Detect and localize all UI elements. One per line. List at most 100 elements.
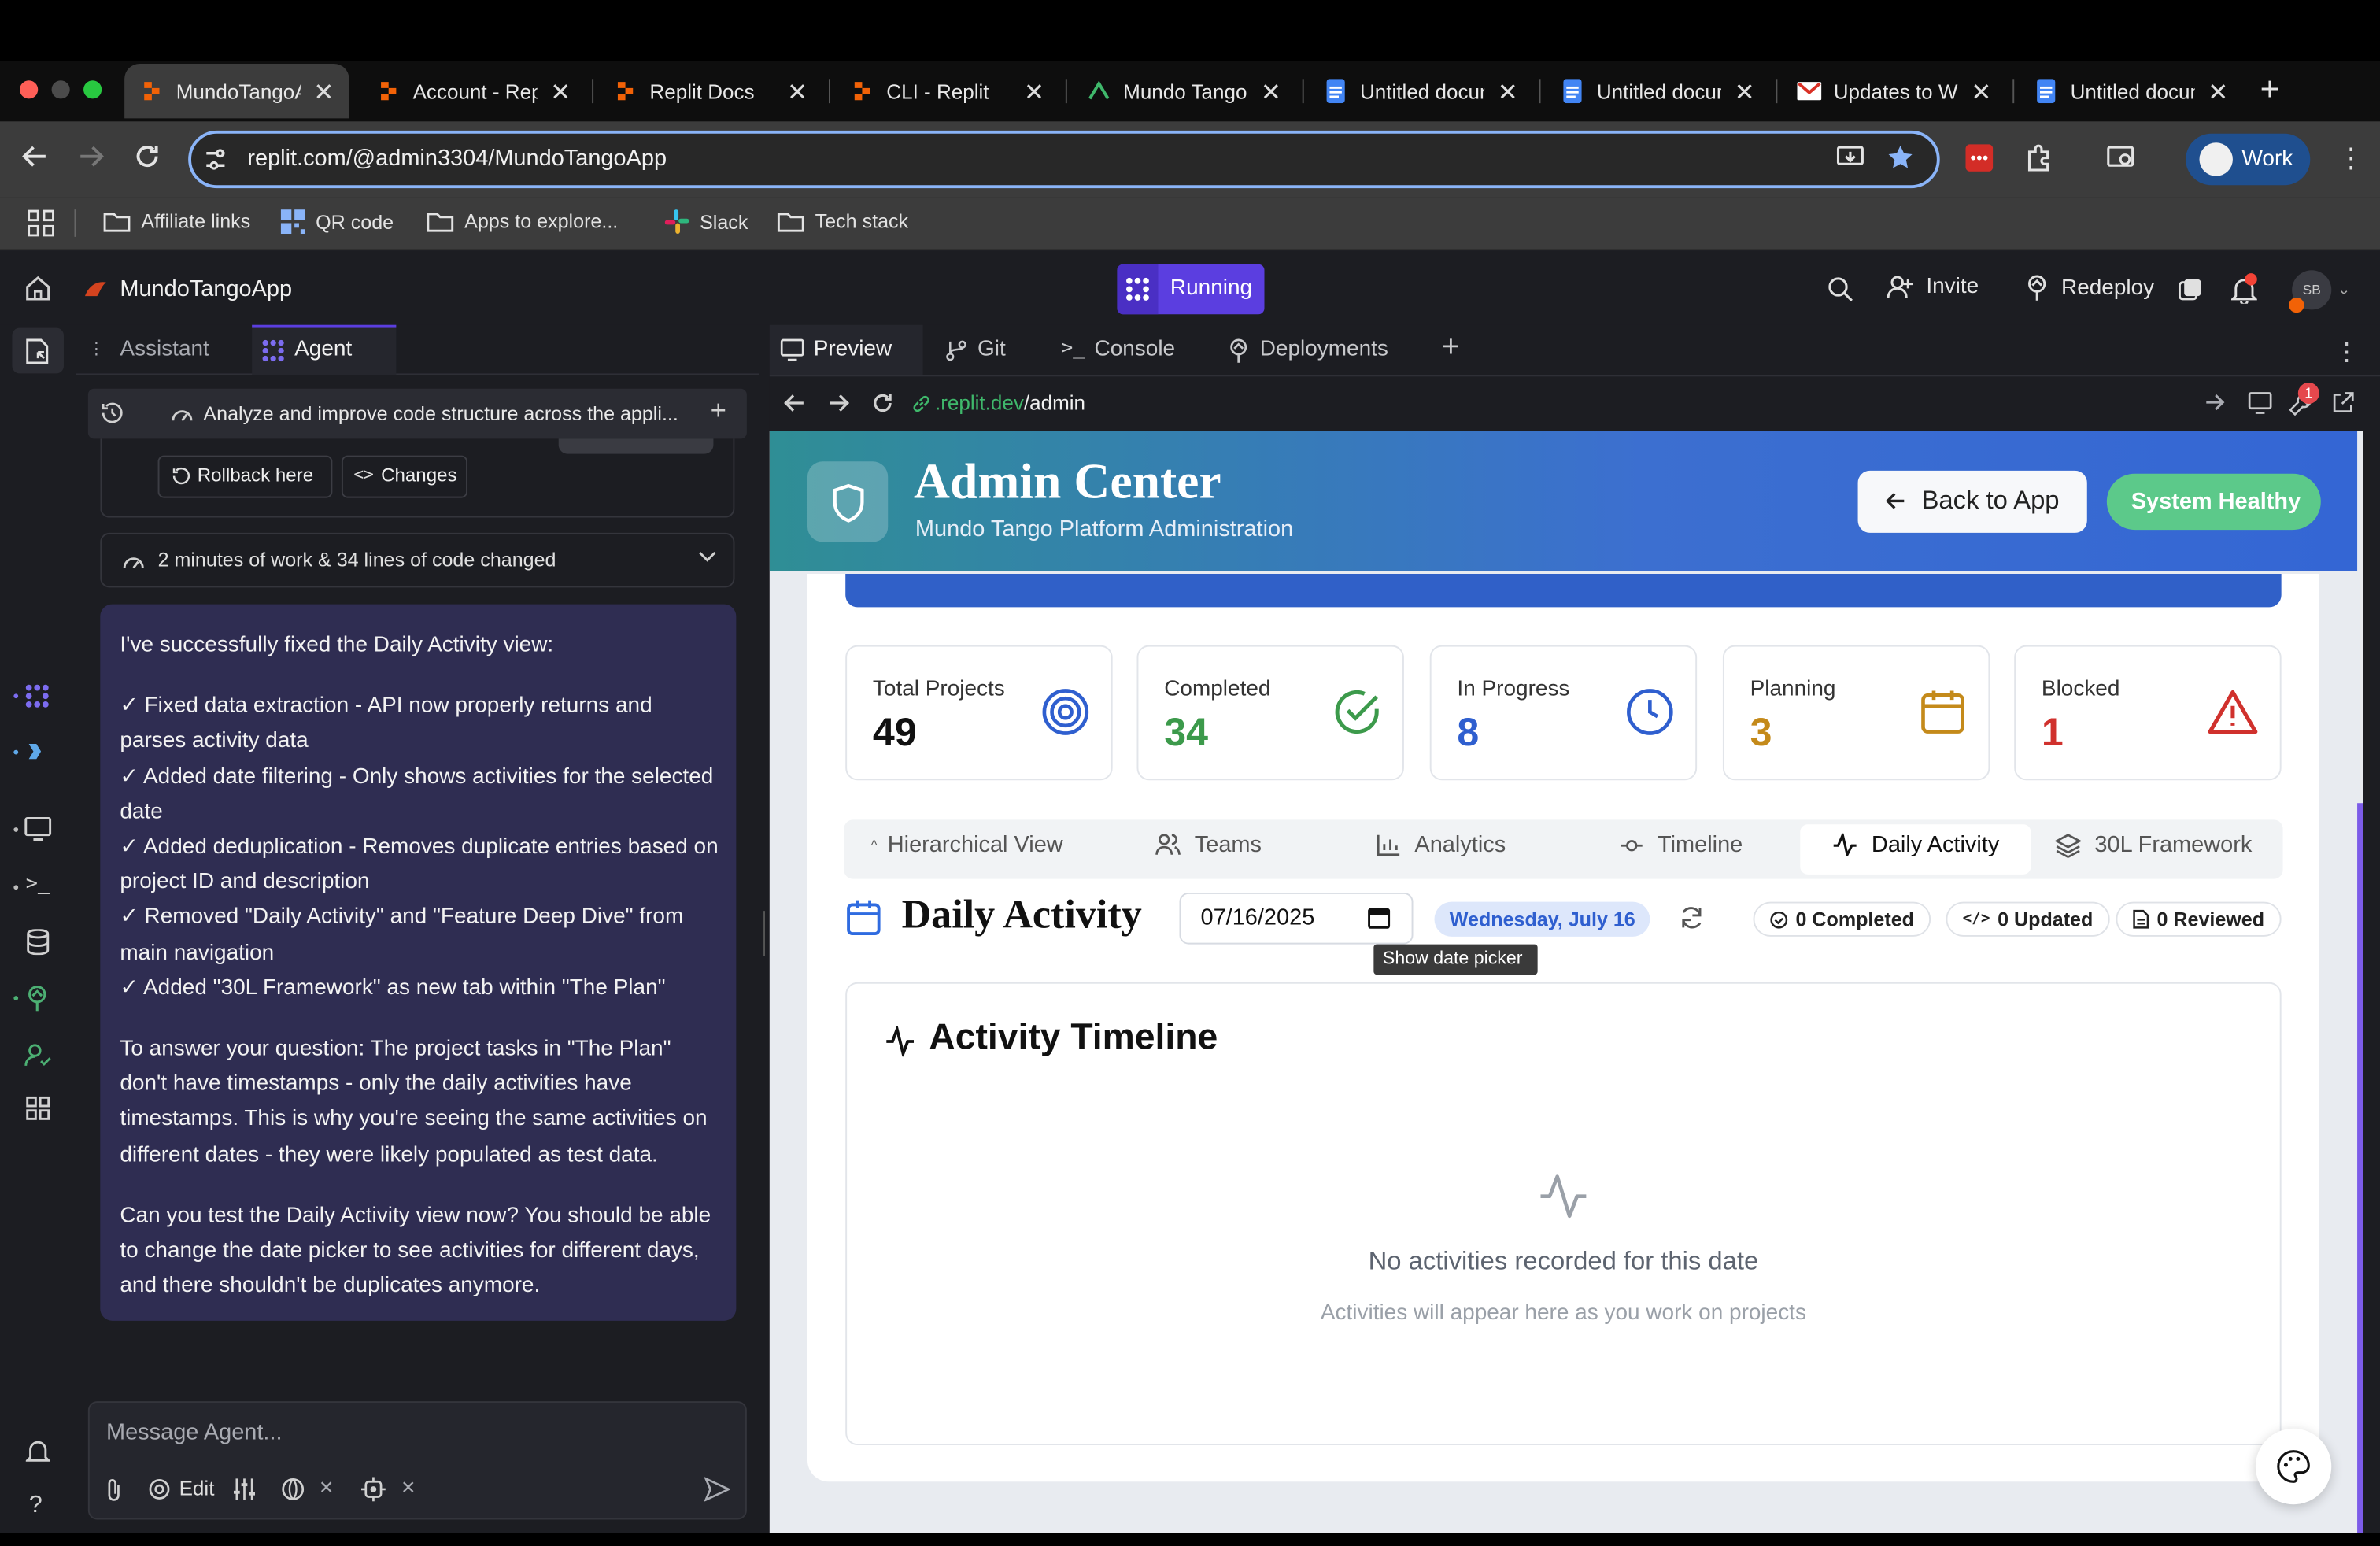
- deployments-icon[interactable]: [24, 986, 50, 1012]
- close-tab-icon[interactable]: ✕: [787, 77, 808, 108]
- remove-icon[interactable]: ✕: [319, 1477, 334, 1498]
- shell-icon[interactable]: >_: [26, 873, 50, 896]
- forward-icon[interactable]: [77, 142, 105, 170]
- browser-tab[interactable]: Mundo Tango ✕: [1072, 64, 1296, 118]
- browser-tab[interactable]: Replit Docs ✕: [598, 64, 822, 118]
- bookmark-qr-code[interactable]: QR code: [280, 209, 394, 234]
- close-tab-icon[interactable]: ✕: [1261, 77, 1281, 108]
- all-tools-icon[interactable]: [26, 1096, 50, 1120]
- history-icon[interactable]: [100, 401, 124, 425]
- open-new-window-icon[interactable]: [2331, 392, 2354, 415]
- app-name[interactable]: MundoTangoApp: [120, 276, 292, 302]
- close-tab-icon[interactable]: ✕: [550, 77, 571, 108]
- help-icon[interactable]: ?: [29, 1492, 42, 1520]
- folder-icon: [103, 210, 131, 231]
- tab-30l-framework[interactable]: 30L Framework: [2055, 832, 2252, 858]
- browser-tab[interactable]: CLI - Replit ✕: [835, 64, 1059, 118]
- chevron-down-icon[interactable]: ⌄: [2338, 283, 2350, 299]
- bookmark-apps-to-explore[interactable]: Apps to explore...: [427, 209, 618, 232]
- close-tab-icon[interactable]: ✕: [313, 77, 334, 108]
- preview-url[interactable]: .replit.dev/admin: [935, 392, 1085, 415]
- close-window-button[interactable]: [20, 80, 39, 99]
- back-icon[interactable]: [21, 142, 49, 170]
- tab-title: Untitled document: [1359, 80, 1484, 103]
- browser-menu-icon[interactable]: ⋮: [2338, 144, 2365, 172]
- user-settings-icon[interactable]: [24, 1043, 52, 1067]
- tab-timeline[interactable]: Timeline: [1620, 832, 1743, 858]
- maximize-window-button[interactable]: [83, 80, 102, 99]
- tab-git[interactable]: Git: [978, 337, 1006, 361]
- tab-hierarchical-view[interactable]: ^ Hierarchical View: [871, 832, 1063, 858]
- invite-button[interactable]: Invite: [1887, 275, 1979, 299]
- close-tab-icon[interactable]: ✕: [2208, 77, 2228, 108]
- tab-console[interactable]: Console: [1094, 337, 1175, 361]
- extensions-icon[interactable]: [2025, 144, 2053, 172]
- browser-tab[interactable]: MundoTangoApp ✕: [124, 63, 349, 119]
- message-bullet: ✓ Added "30L Framework" as new tab withi…: [120, 975, 666, 1000]
- open-arrow-icon[interactable]: [2204, 392, 2225, 413]
- browser-tab[interactable]: Updates to W ✕: [1782, 64, 2006, 118]
- browser-tab[interactable]: Untitled document ✕: [1545, 64, 1769, 118]
- site-settings-icon[interactable]: [203, 147, 227, 172]
- preview-forward-icon[interactable]: [827, 392, 850, 415]
- tab-deployments[interactable]: Deployments: [1260, 337, 1388, 361]
- new-tab-icon[interactable]: +: [2260, 72, 2280, 106]
- tab-teams[interactable]: Teams: [1155, 832, 1262, 858]
- pane-resizer[interactable]: [763, 911, 765, 956]
- tab-daily-activity-label: Daily Activity: [1832, 832, 1999, 858]
- attach-icon[interactable]: [103, 1477, 124, 1501]
- remove-icon[interactable]: ✕: [401, 1477, 416, 1498]
- date-picker-icon[interactable]: [1368, 906, 1391, 929]
- settings-chip-icon[interactable]: [360, 1477, 386, 1502]
- stat-card-total: Total Projects 49: [845, 645, 1113, 781]
- browser-tab[interactable]: Untitled document ✕: [1308, 64, 1532, 118]
- close-tab-icon[interactable]: ✕: [1735, 77, 1755, 108]
- minimize-window-button[interactable]: [51, 80, 70, 99]
- search-icon[interactable]: [1828, 276, 1853, 302]
- bug-report-icon[interactable]: [25, 1439, 50, 1465]
- browser-tab[interactable]: Account - Replit ✕: [361, 64, 586, 118]
- tab-analytics[interactable]: Analytics: [1377, 832, 1506, 858]
- git-icon[interactable]: [944, 338, 969, 363]
- webview-icon[interactable]: [24, 817, 52, 841]
- workflow-icon[interactable]: [26, 739, 50, 764]
- tab-assistant[interactable]: Assistant: [120, 337, 209, 361]
- pane-handle-icon[interactable]: ⋮: [88, 338, 105, 358]
- bookmark-star-icon[interactable]: [1887, 144, 1914, 172]
- bookmark-tech-stack[interactable]: Tech stack: [777, 209, 908, 232]
- chevron-down-icon[interactable]: [698, 548, 716, 563]
- preview-back-icon[interactable]: [783, 392, 806, 415]
- close-tab-icon[interactable]: ✕: [1498, 77, 1518, 108]
- thread-title[interactable]: Analyze and improve code structure acros…: [203, 402, 678, 425]
- url-text[interactable]: replit.com/@admin3304/MundoTangoApp: [247, 146, 667, 172]
- refresh-icon[interactable]: [1679, 904, 1705, 930]
- thread-status-icon: [170, 402, 194, 423]
- database-icon[interactable]: [26, 929, 50, 956]
- device-icon[interactable]: [2248, 392, 2272, 415]
- home-icon[interactable]: [24, 275, 52, 302]
- add-tab-icon[interactable]: +: [1442, 331, 1460, 365]
- close-tab-icon[interactable]: ✕: [1024, 77, 1044, 108]
- scrollbar-thumb[interactable]: [2357, 803, 2363, 1533]
- reload-icon[interactable]: [134, 142, 161, 170]
- web-search-icon[interactable]: [281, 1477, 305, 1501]
- preview-reload-icon[interactable]: [871, 392, 894, 415]
- close-tab-icon[interactable]: ✕: [1971, 77, 1991, 108]
- sliders-icon[interactable]: [232, 1477, 257, 1501]
- browser-tab[interactable]: Untitled document ✕: [2019, 64, 2243, 118]
- screenshot-icon[interactable]: [2178, 278, 2202, 302]
- new-thread-icon[interactable]: +: [711, 394, 726, 426]
- apps-grid-icon[interactable]: [28, 209, 55, 237]
- install-app-icon[interactable]: [1836, 146, 1864, 170]
- pane-menu-icon[interactable]: ⋮: [2334, 337, 2359, 368]
- send-icon[interactable]: [704, 1477, 730, 1502]
- palette-icon: [2277, 1450, 2310, 1483]
- edit-button[interactable]: Edit: [179, 1477, 215, 1500]
- tab-search-icon[interactable]: [2107, 144, 2138, 172]
- bookmark-slack[interactable]: Slack: [664, 209, 748, 234]
- bookmark-affiliate-links[interactable]: Affiliate links: [103, 209, 250, 232]
- message-input[interactable]: Message Agent...: [106, 1419, 283, 1445]
- agent-icon[interactable]: [24, 683, 50, 709]
- extension-lastpass-icon[interactable]: [1965, 144, 1994, 172]
- redeploy-button[interactable]: Redeploy: [2025, 275, 2154, 301]
